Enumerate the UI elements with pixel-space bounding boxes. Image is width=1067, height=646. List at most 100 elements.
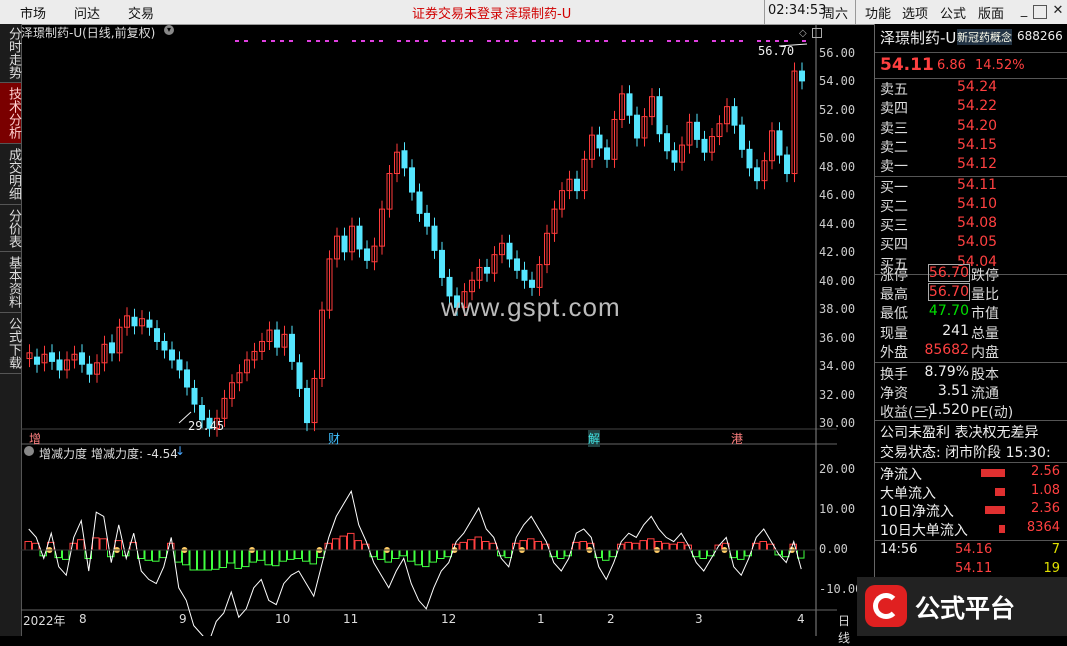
stat-label-2: 总量	[971, 325, 999, 342]
candle-body	[784, 154, 790, 175]
top-menu-bar: 市场 问达 交易 证券交易未登录 泽璟制药-U 02:34:53 周六 功能 选…	[0, 0, 1067, 25]
restore-icon[interactable]	[1033, 5, 1047, 19]
price-tick: 54.00	[819, 74, 856, 89]
menu-options[interactable]: 选项	[902, 3, 928, 22]
flow-value: 2.36	[1031, 501, 1060, 516]
indicator-bar	[407, 549, 415, 562]
signal-dot	[757, 40, 761, 42]
price-tick: 34.00	[819, 359, 856, 374]
indicator-bar	[459, 541, 467, 551]
indicator-bar	[602, 549, 610, 561]
menu-formula[interactable]: 公式	[940, 3, 966, 22]
ask-price[interactable]: 54.15	[957, 137, 997, 153]
menu-trade[interactable]: 交易	[128, 3, 154, 22]
signal-dot	[307, 40, 311, 42]
signal-dot	[235, 40, 239, 42]
diamond-icon[interactable]: ◇	[799, 28, 807, 39]
stat-value: 47.70	[928, 303, 969, 320]
tab-trade-detail[interactable]: 成交明细	[0, 144, 21, 205]
tab-intraday[interactable]: 分时走势	[0, 24, 21, 83]
candle-body	[416, 191, 423, 214]
ask-label: 卖三	[880, 120, 908, 137]
sidebar: 分时走势 技术分析 成交明细 分价表 基本资料 公式下载	[0, 24, 22, 636]
candle-body	[161, 340, 168, 351]
indicator-bar	[534, 541, 542, 551]
event-mark-2[interactable]: 财	[328, 430, 340, 447]
indicator-bar	[467, 539, 475, 551]
stat-value: 56.70	[927, 283, 971, 302]
candle-body	[176, 359, 183, 371]
signal-dot	[775, 40, 779, 42]
indicator-bar	[632, 542, 640, 551]
candle-body	[694, 121, 700, 140]
candle-body	[626, 93, 633, 116]
signal-dot	[262, 40, 266, 42]
indicator-toggle-icon[interactable]	[24, 446, 34, 456]
indicator-bar	[422, 549, 430, 568]
flow-value: 1.08	[1031, 482, 1060, 498]
tab-basic-info[interactable]: 基本资料	[0, 252, 21, 313]
signal-dot	[622, 40, 626, 42]
indicator-bar	[302, 549, 310, 562]
tab-formula-download[interactable]: 公式下载	[0, 313, 21, 374]
window-icon[interactable]	[812, 28, 822, 38]
ask-price[interactable]: 54.24	[957, 79, 997, 95]
indicator-title: 增减力度	[39, 447, 88, 461]
menu-market[interactable]: 市场	[20, 3, 46, 22]
stat-value: 56.70	[927, 264, 971, 282]
watermark: www.gspt.com	[441, 292, 621, 322]
menu-function[interactable]: 功能	[865, 3, 891, 22]
tick-time: 14:56	[880, 542, 918, 557]
signal-dot	[766, 40, 770, 42]
minimize-icon[interactable]: _	[1015, 2, 1033, 20]
bid-price[interactable]: 54.11	[957, 177, 997, 193]
menu-wenda[interactable]: 问达	[74, 3, 100, 22]
indicator-bar	[662, 542, 670, 551]
chart-area[interactable]: 泽璟制药-U(日线,前复权) ▾ 56.00 54.00 52.00 50.00 48.…	[21, 24, 862, 645]
price-tick: 50.00	[819, 131, 856, 146]
signal-dot	[244, 40, 248, 42]
candle-body	[664, 133, 670, 152]
quote-panel: 泽璟制药-U 新冠药概念 688266 54.11 6.86 14.52% 卖五…	[857, 24, 1067, 636]
indicator-bar	[557, 549, 565, 559]
bid-price[interactable]: 54.05	[957, 234, 997, 250]
indicator-bar	[92, 537, 100, 551]
indicator-bar	[257, 549, 265, 561]
event-mark-3[interactable]: 解	[588, 430, 601, 447]
flow-label: 净流入	[880, 467, 922, 483]
indicator-bar	[669, 543, 677, 551]
indicator-bar	[309, 549, 317, 565]
indicator-bar	[647, 538, 655, 551]
signal-dot	[631, 40, 635, 42]
indicator-tick: 20.00	[819, 462, 856, 476]
signal-dot	[667, 40, 671, 42]
ask-price[interactable]: 54.20	[957, 118, 997, 134]
candle-body	[596, 134, 603, 149]
concept-badge[interactable]: 新冠药概念	[957, 29, 1012, 45]
candle-body	[671, 150, 678, 163]
bid-price[interactable]: 54.10	[957, 196, 997, 212]
indicator-bar	[219, 549, 227, 568]
indicator-bar	[204, 549, 212, 571]
price-tick: 46.00	[819, 188, 856, 203]
flow-bar	[981, 469, 1005, 477]
tab-price-table[interactable]: 分价表	[0, 205, 21, 252]
signal-dot	[712, 40, 716, 42]
indicator-bar	[77, 539, 85, 551]
menu-layout[interactable]: 版面	[978, 3, 1004, 22]
x-axis-label: 10	[275, 612, 291, 626]
indicator-bar	[32, 542, 40, 551]
event-mark-4[interactable]: 港	[731, 430, 743, 447]
flow-bar	[995, 487, 1005, 496]
tab-technical[interactable]: 技术分析	[0, 83, 21, 144]
company-notice: 公司未盈利 表决权无差异	[880, 425, 1039, 441]
x-axis-label: 9	[179, 612, 187, 626]
ask-price[interactable]: 54.22	[957, 98, 997, 114]
indicator-bar	[197, 549, 205, 571]
ask-price[interactable]: 54.12	[957, 156, 997, 172]
period-label[interactable]: 日线	[838, 612, 850, 646]
close-icon[interactable]: ✕	[1049, 2, 1067, 20]
signal-dots	[235, 40, 806, 42]
login-status[interactable]: 证券交易未登录	[412, 3, 503, 22]
bid-price[interactable]: 54.08	[957, 215, 997, 231]
